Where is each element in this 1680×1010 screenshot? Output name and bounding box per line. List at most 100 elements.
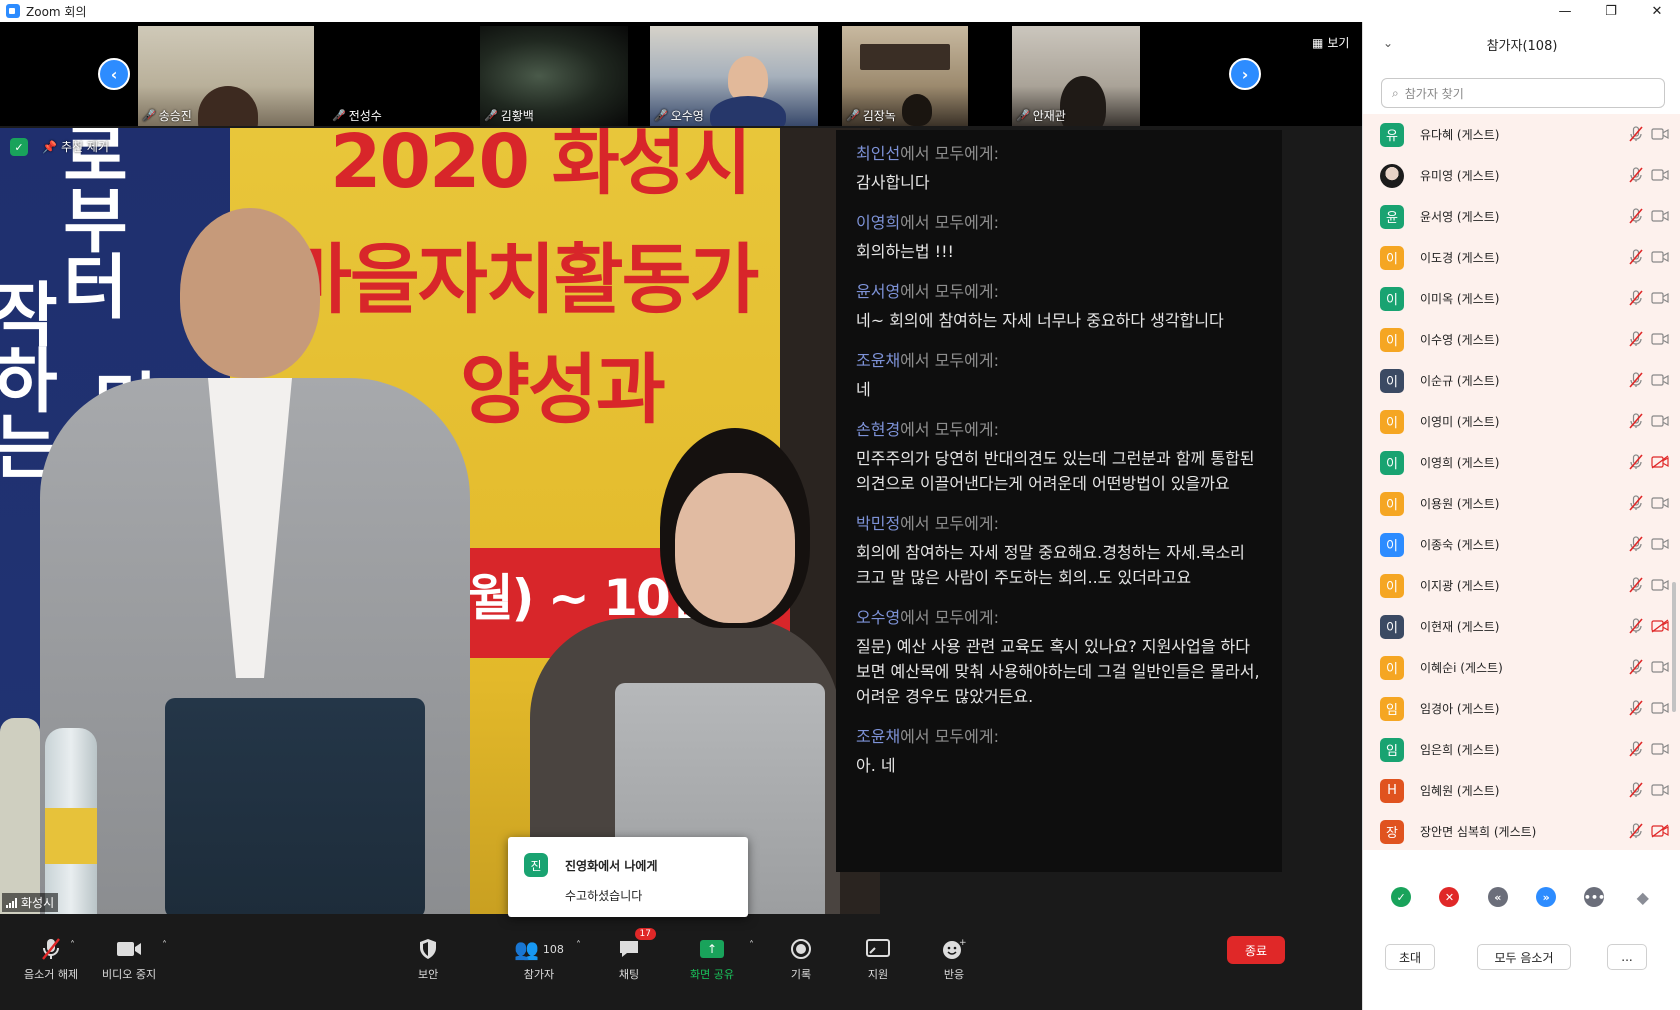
record-button[interactable]: 기록 <box>790 934 812 982</box>
chat-notification[interactable]: 진 진영화에서 나에게 수고하셨습니다 <box>508 837 748 917</box>
participant-thumbnail[interactable]: 🎤̸ 김황백 <box>480 26 628 126</box>
participant-name: 이순규 (게스트) <box>1420 374 1500 388</box>
participants-button[interactable]: 👥 108 참가자 <box>514 934 564 982</box>
invite-button[interactable]: 초대 <box>1385 944 1435 970</box>
participant-row[interactable]: 이 이순규 (게스트) <box>1363 360 1680 401</box>
reactions-button[interactable]: + 반응 <box>942 934 966 982</box>
chat-recipient: 에서 모두에게: <box>900 420 999 439</box>
camera-icon <box>1651 743 1669 755</box>
title-bar: Zoom 회의 — ❐ ✕ <box>0 0 1680 22</box>
participant-name: 이영희 (게스트) <box>1420 456 1500 470</box>
thumbnail-name: 송승진 <box>158 109 192 123</box>
signal-bars-icon <box>6 897 17 908</box>
mute-all-button[interactable]: 모두 음소거 <box>1477 944 1571 970</box>
camera-icon <box>1651 128 1669 140</box>
chat-text: 감사합니다 <box>856 173 930 192</box>
participant-search-input[interactable]: ⌕ 참가자 찾기 <box>1381 78 1665 108</box>
mic-muted-icon: 🎤̸ <box>484 109 498 122</box>
participant-row[interactable]: 임 임경아 (게스트) <box>1363 688 1680 729</box>
shield-check-icon[interactable]: ✓ <box>10 138 28 156</box>
participant-thumbnail[interactable]: 🎤̸ 송승진 <box>138 26 314 126</box>
video-options-caret[interactable]: ˄ <box>162 940 167 951</box>
participant-name: 임은희 (게스트) <box>1420 743 1500 757</box>
faster-feedback-icon[interactable]: » <box>1536 887 1557 907</box>
security-button[interactable]: 보안 <box>418 934 438 982</box>
camera-icon <box>1651 784 1669 796</box>
participant-row[interactable]: 임 임은희 (게스트) <box>1363 729 1680 770</box>
speaker-name: 화성시 <box>21 896 55 910</box>
mic-muted-icon <box>1629 782 1643 798</box>
participant-row[interactable]: 이 이용원 (게스트) <box>1363 483 1680 524</box>
stop-video-button[interactable]: 비디오 중지 <box>102 934 156 982</box>
participants-label: 참가자 <box>523 968 555 981</box>
mic-muted-icon <box>40 934 62 964</box>
participant-row[interactable]: 이 이영희 (게스트) <box>1363 442 1680 483</box>
speaker-video[interactable]: 2020 화성시 마을자치활동가 양성과 5일(월) ~ 10일 로부터 작하는… <box>0 128 880 914</box>
clear-feedback-icon[interactable]: ◆ <box>1633 887 1653 907</box>
participant-row[interactable]: 이 이지광 (게스트) <box>1363 565 1680 606</box>
end-meeting-button[interactable]: 종료 <box>1227 936 1285 964</box>
mic-muted-icon <box>1629 823 1643 839</box>
participant-row[interactable]: 이 이종숙 (게스트) <box>1363 524 1680 565</box>
participant-thumbnail[interactable]: 🎤̸ 오수영 <box>650 26 818 126</box>
participant-thumbnail[interactable]: 🎤̸ 전성수 <box>328 26 456 126</box>
chat-recipient: 에서 모두에게: <box>900 351 999 370</box>
camera-off-icon <box>1651 824 1669 838</box>
participant-row[interactable]: 이 이수영 (게스트) <box>1363 319 1680 360</box>
chat-message: 최인선에서 모두에게: 감사합니다 <box>856 140 1262 195</box>
view-button-label: 보기 <box>1327 36 1350 50</box>
notification-message: 수고하셨습니다 <box>565 889 643 903</box>
participant-thumbnail[interactable]: 🎤̸ 김장녹 <box>842 26 968 126</box>
participant-row[interactable]: 이 이혜순i (게스트) <box>1363 647 1680 688</box>
thumbnail-strip: ‹ 🎤̸ 송승진 🎤̸ 전성수 🎤̸ 김황백 🎤̸ 오수영 🎤̸ 김장녹 🎤̸ … <box>0 22 1362 126</box>
nonverbal-feedback-bar: ✓ ✕ « » ••• ◆ <box>1363 882 1680 912</box>
participant-row[interactable]: 이 이미옥 (게스트) <box>1363 278 1680 319</box>
chat-message: 박민정에서 모두에게: 회의에 참여하는 자세 정말 중요해요.경청하는 자세.… <box>856 510 1262 590</box>
next-page-button[interactable]: › <box>1229 58 1261 90</box>
mic-muted-icon <box>1629 659 1643 675</box>
participant-row[interactable]: 이 이영미 (게스트) <box>1363 401 1680 442</box>
view-button[interactable]: ▦ 보기 <box>1312 34 1349 51</box>
participant-row[interactable]: 윤 윤서영 (게스트) <box>1363 196 1680 237</box>
participant-row[interactable]: 이 이현재 (게스트) <box>1363 606 1680 647</box>
close-button[interactable]: ✕ <box>1634 0 1680 22</box>
share-screen-button[interactable]: ↑ 화면 공유 <box>690 934 734 982</box>
participant-row[interactable]: 이 이도경 (게스트) <box>1363 237 1680 278</box>
chat-recipient: 에서 모두에게: <box>900 608 999 627</box>
thumbnail-name: 김황백 <box>500 109 534 123</box>
no-feedback-icon[interactable]: ✕ <box>1439 887 1460 907</box>
support-button[interactable]: 지원 <box>866 934 890 982</box>
camera-icon <box>1651 538 1669 550</box>
participant-row[interactable]: 유 유다혜 (게스트) <box>1363 114 1680 155</box>
pin-icon: 📌 <box>42 139 57 154</box>
prev-page-button[interactable]: ‹ <box>98 58 130 90</box>
restore-button[interactable]: ❐ <box>1588 0 1634 22</box>
shared-chat-view: 최인선에서 모두에게: 감사합니다 이영희에서 모두에게: 회의하는법 !!! … <box>836 130 1282 872</box>
chat-message: 오수영에서 모두에게: 질문) 예산 사용 관련 교육도 혹시 있나요? 지원사… <box>856 604 1262 709</box>
slower-feedback-icon[interactable]: « <box>1487 887 1508 907</box>
unmute-label: 음소거 해제 <box>24 968 79 981</box>
panel-scrollbar[interactable] <box>1672 582 1676 712</box>
zoom-logo-icon <box>6 4 20 18</box>
camera-icon <box>1651 210 1669 222</box>
participant-row[interactable]: H 임혜원 (게스트) <box>1363 770 1680 811</box>
yes-feedback-icon[interactable]: ✓ <box>1391 887 1412 907</box>
share-options-caret[interactable]: ˄ <box>749 940 754 951</box>
meeting-toolbar: 음소거 해제 ˄ 비디오 중지 ˄ 보안 👥 108 참가자 ˄ 17 채팅 ↑… <box>0 914 1362 1010</box>
participant-avatar: 유 <box>1380 122 1404 147</box>
participants-options-caret[interactable]: ˄ <box>576 940 581 951</box>
participant-thumbnail[interactable]: 🎤̸ 안재관 <box>1012 26 1140 126</box>
audio-options-caret[interactable]: ˄ <box>70 940 75 951</box>
chat-text: 질문) 예산 사용 관련 교육도 혹시 있나요? 지원사업을 하다보면 예산목에… <box>856 637 1260 706</box>
participants-count: 108 <box>542 942 564 956</box>
participant-row[interactable]: 장 장안면 심복희 (게스트) <box>1363 811 1680 850</box>
chevron-down-icon[interactable]: ⌄ <box>1383 36 1393 50</box>
chat-button[interactable]: 17 채팅 <box>618 928 656 982</box>
more-options-button[interactable]: ... <box>1607 944 1647 970</box>
camera-icon <box>1651 702 1669 714</box>
chat-sender: 오수영 <box>856 608 901 627</box>
participant-row[interactable]: 유미영 (게스트) <box>1363 155 1680 196</box>
minimize-button[interactable]: — <box>1542 0 1588 22</box>
remove-spotlight-button[interactable]: 📌 추천 제거 <box>42 138 109 155</box>
more-feedback-icon[interactable]: ••• <box>1584 887 1605 907</box>
